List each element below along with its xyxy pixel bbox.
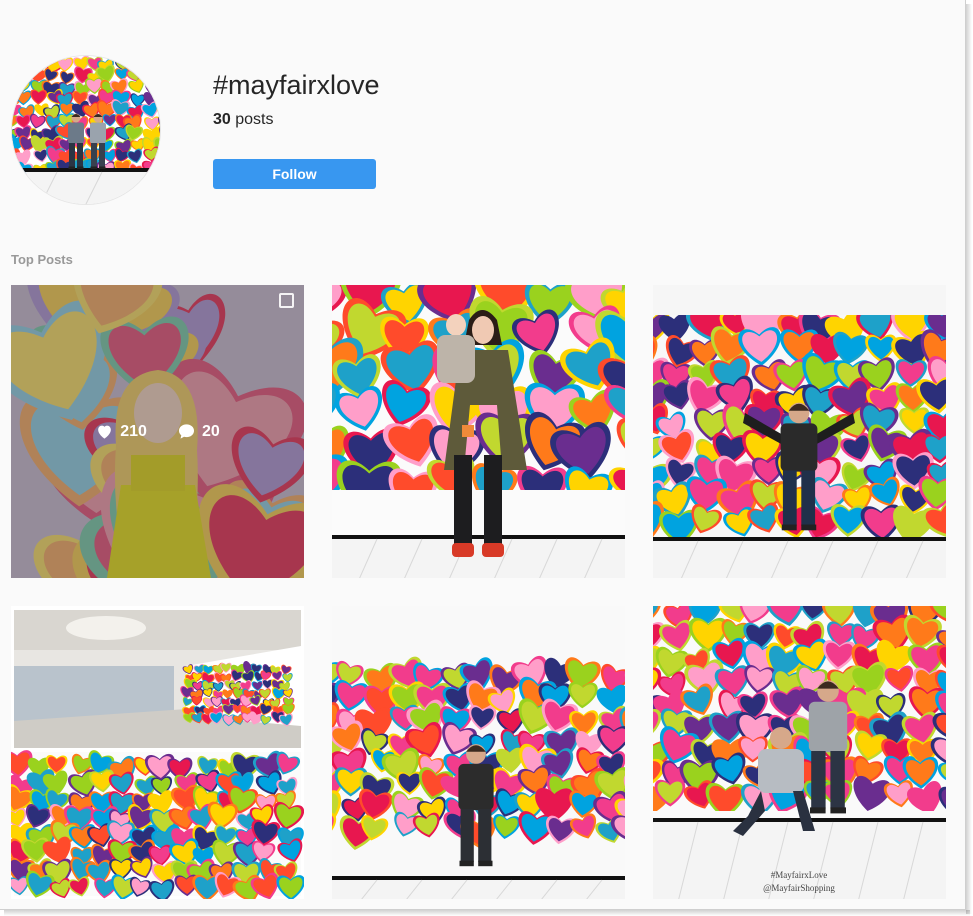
post-tile-6[interactable]: #MayfairxLove @MayfairShopping: [653, 606, 946, 899]
multiple-images-icon: [279, 293, 294, 308]
post-tile-4[interactable]: [11, 606, 304, 899]
heart-graphic: [153, 69, 160, 85]
post-tile-1[interactable]: 210 20: [11, 285, 304, 578]
watermark-line-1: #MayfairxLove: [771, 870, 827, 880]
comment-icon: [178, 424, 194, 439]
post-image: [653, 285, 946, 578]
heart-graphic: [141, 66, 159, 83]
follow-button[interactable]: Follow: [213, 159, 376, 189]
post-tile-3[interactable]: [653, 285, 946, 578]
post-image: [11, 606, 304, 899]
heart-graphic: [16, 58, 32, 74]
hashtag-avatar: [11, 55, 161, 205]
post-tile-5[interactable]: [332, 606, 625, 899]
post-image: [332, 285, 625, 578]
post-image: #MayfairxLove @MayfairShopping: [653, 606, 946, 899]
comments-stat: 20: [177, 422, 220, 441]
likes-count: 210: [120, 422, 147, 440]
section-title-top-posts: Top Posts: [11, 252, 73, 267]
post-count: 30 posts: [213, 111, 273, 129]
post-tile-2[interactable]: [332, 285, 625, 578]
heart-graphic: [155, 160, 160, 174]
heart-graphic: [152, 56, 160, 73]
heart-graphic: [144, 56, 160, 72]
page-title: #mayfairxlove: [213, 70, 380, 100]
post-image: [332, 606, 625, 899]
post-count-label: posts: [230, 111, 274, 128]
heart-graphic: [12, 67, 22, 87]
watermark-line-2: @MayfairShopping: [763, 883, 835, 893]
comments-count: 20: [201, 422, 220, 440]
heart-graphic: [12, 57, 21, 73]
likes-stat: 210: [95, 422, 147, 441]
post-hover-overlay: 210 20: [11, 285, 304, 578]
window-shadow-bottom: [4, 910, 970, 916]
page-frame: #mayfairxlove 30 posts Follow Top Posts …: [0, 0, 966, 910]
heart-icon: [98, 425, 112, 439]
window-shadow-right: [966, 4, 972, 914]
heart-graphic: [152, 80, 160, 98]
post-count-number: 30: [213, 111, 231, 128]
